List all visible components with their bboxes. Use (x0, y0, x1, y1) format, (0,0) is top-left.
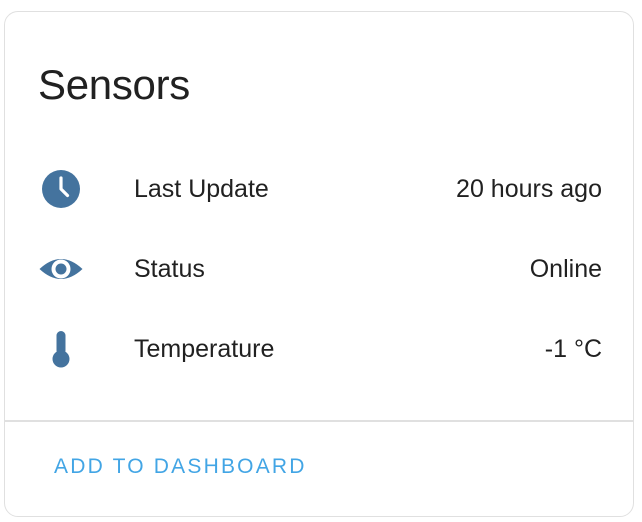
entity-label: Temperature (134, 335, 275, 363)
entity-row-last-update[interactable]: Last Update 20 hours ago (5, 164, 633, 214)
card-title: Sensors (38, 61, 190, 108)
eye-icon (39, 249, 83, 289)
add-to-dashboard-button[interactable]: ADD TO DASHBOARD (45, 444, 316, 490)
sensors-card: Sensors Last Update 20 hours ago Status … (4, 11, 634, 517)
entity-row-temperature[interactable]: Temperature -1 °C (5, 324, 633, 374)
entity-label: Status (134, 255, 205, 283)
entity-row-status[interactable]: Status Online (5, 244, 633, 294)
thermometer-icon (41, 329, 81, 369)
entity-value: -1 °C (544, 335, 602, 363)
clock-icon (41, 169, 81, 209)
entity-label: Last Update (134, 175, 269, 203)
entity-value: 20 hours ago (456, 175, 602, 203)
card-divider (5, 420, 633, 422)
entity-value: Online (529, 255, 602, 283)
